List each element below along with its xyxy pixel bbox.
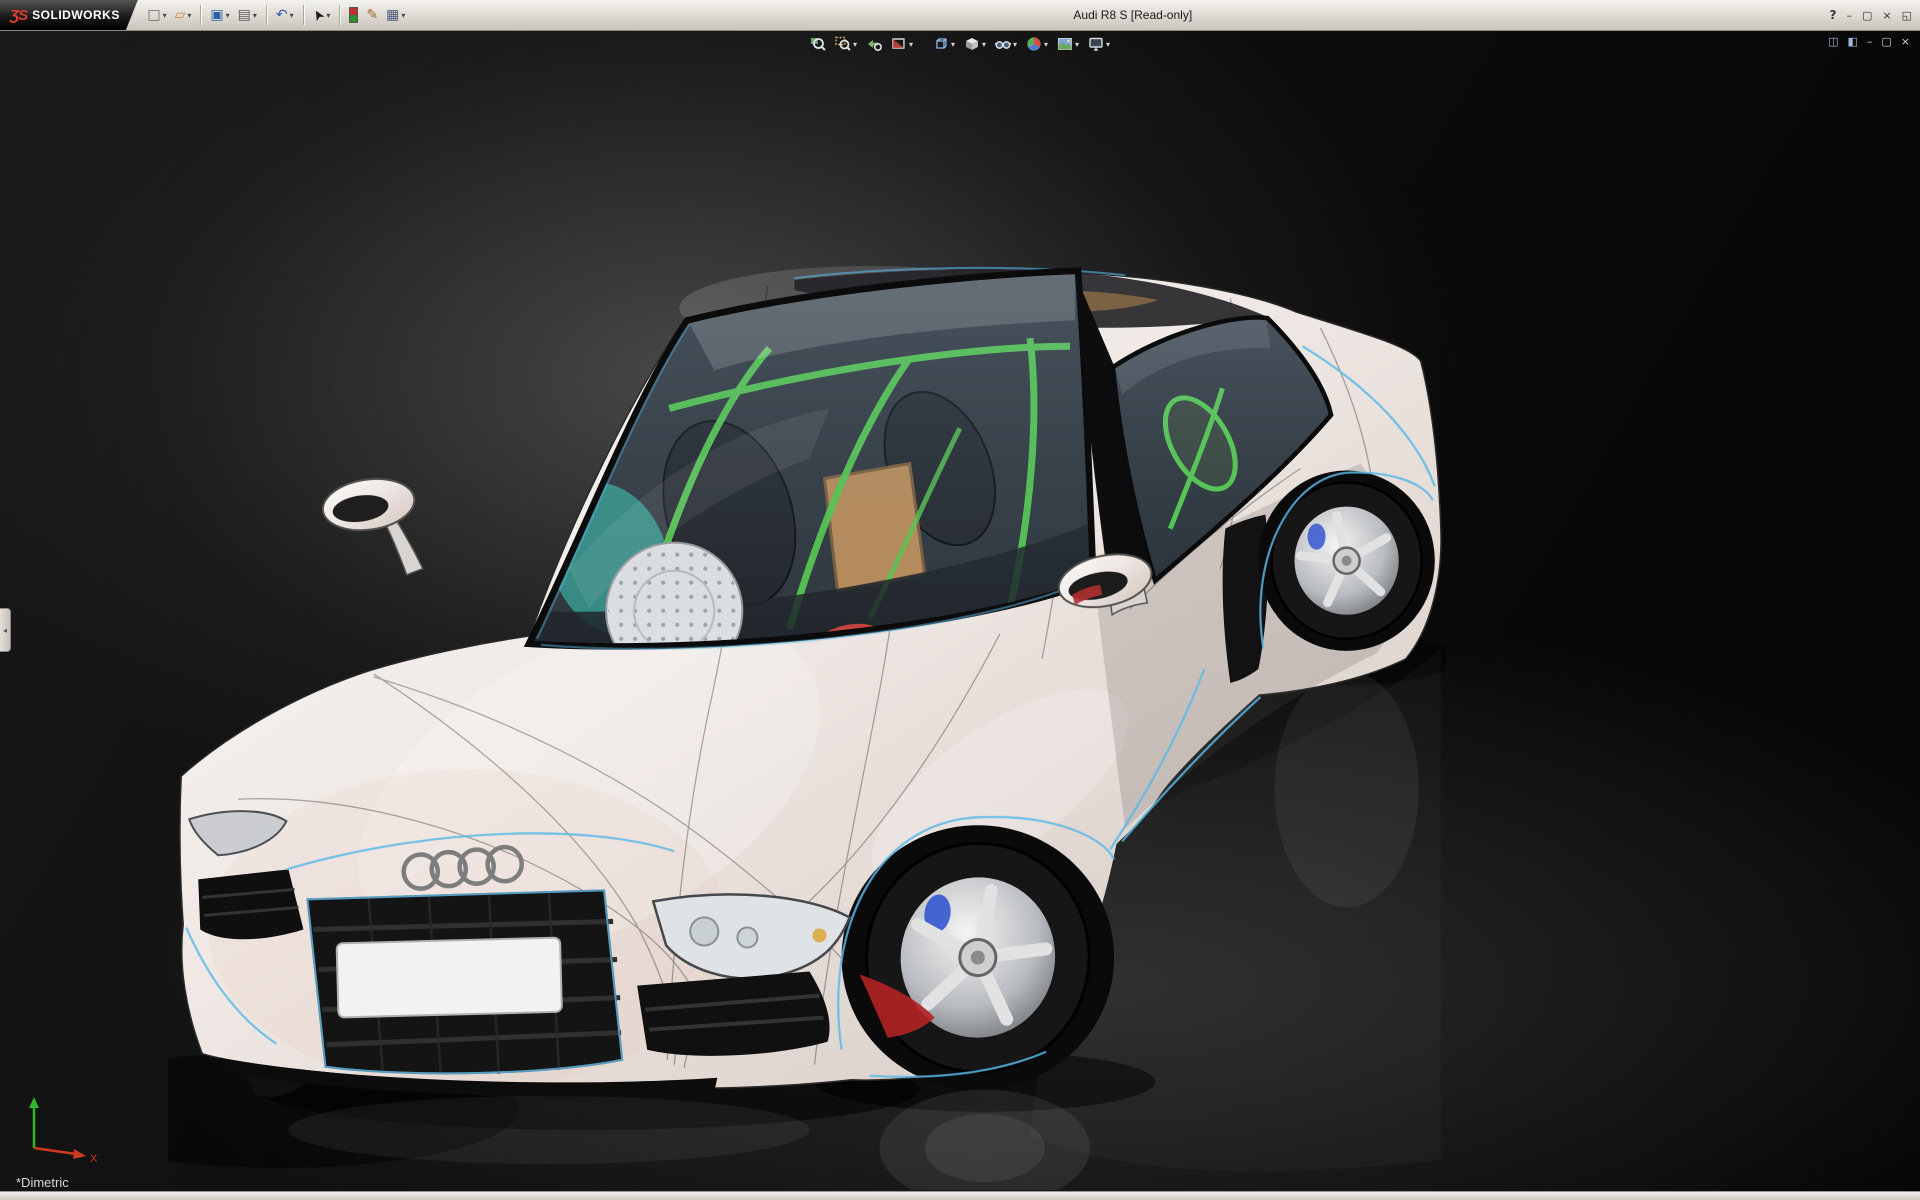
document-window-controls: ◫ ◧ – ▢ × — [1828, 36, 1910, 47]
document-title: Audi R8 S [Read-only] — [1073, 8, 1192, 22]
zoom-to-fit-icon — [810, 36, 826, 52]
zoom-to-area-icon — [835, 36, 851, 52]
heads-up-view-toolbar: ▾ ▾ ▾ ▾ ▾ ▾ ▾ ▾ — [807, 34, 1113, 54]
dropdown-arrow-icon[interactable]: ▾ — [187, 11, 191, 20]
dropdown-arrow-icon[interactable]: ▾ — [853, 40, 857, 49]
toolbar-separator — [266, 5, 267, 25]
logo-text: SOLIDWORKS — [32, 8, 120, 22]
split-window-button[interactable]: ◧ — [1847, 36, 1857, 47]
view-orientation-label: *Dimetric — [16, 1175, 69, 1190]
new-document-button[interactable]: □ ▾ — [144, 6, 169, 24]
dropdown-arrow-icon[interactable]: ▾ — [226, 11, 230, 20]
triad-y-axis — [29, 1097, 39, 1108]
close-document-button[interactable]: × — [1901, 36, 1910, 47]
print-icon: ▤ — [238, 8, 251, 22]
solidworks-logo: ƷS SOLIDWORKS — [0, 0, 138, 30]
section-view-button[interactable]: ▾ — [888, 34, 916, 54]
view-settings-button[interactable]: ▾ — [1085, 34, 1113, 54]
minimize-button[interactable]: – — [1846, 10, 1852, 21]
dropdown-arrow-icon[interactable]: ▾ — [951, 40, 955, 49]
save-icon: ▣ — [210, 8, 223, 22]
dropdown-arrow-icon[interactable]: ▾ — [1106, 40, 1110, 49]
toolbar-separator — [200, 5, 201, 25]
viewport-3d[interactable]: ▾ ▾ ▾ ▾ ▾ ▾ ▾ ▾ — [0, 30, 1920, 1192]
select-cursor-icon: ➤ — [310, 6, 328, 23]
display-style-cube-icon — [964, 36, 980, 52]
display-style-button[interactable]: ▾ — [961, 34, 989, 54]
view-settings-monitor-icon — [1088, 36, 1104, 52]
open-button[interactable]: ▱ ▾ — [172, 6, 195, 24]
options-icon: ▦ — [386, 8, 399, 22]
toolbar-separator — [339, 5, 340, 25]
help-button[interactable]: ? — [1830, 10, 1837, 21]
dropdown-arrow-icon[interactable]: ▾ — [1075, 40, 1079, 49]
window-controls: ? – ▢ × ◱ — [1830, 0, 1913, 30]
edit-appearance-button[interactable]: ▾ — [1023, 34, 1051, 54]
dropdown-arrow-icon[interactable]: ▾ — [401, 11, 405, 20]
full-screen-button[interactable]: ◱ — [1902, 10, 1912, 21]
view-orientation-button[interactable]: ▾ — [930, 34, 958, 54]
zoom-to-area-button[interactable]: ▾ — [832, 34, 860, 54]
restore-button[interactable]: ▢ — [1862, 10, 1872, 21]
dropdown-arrow-icon[interactable]: ▾ — [1044, 40, 1048, 49]
close-button[interactable]: × — [1882, 10, 1891, 21]
new-document-icon: □ — [147, 8, 160, 22]
toolbar-separator — [303, 5, 304, 25]
previous-view-icon — [866, 36, 882, 52]
scene-photo-icon — [1057, 36, 1073, 52]
print-button[interactable]: ▤ ▾ — [235, 6, 260, 24]
triad-x-axis — [73, 1149, 86, 1159]
3ds-logo-icon: ƷS — [10, 7, 27, 24]
car-model[interactable] — [168, 228, 1446, 1190]
dropdown-arrow-icon[interactable]: ▾ — [1013, 40, 1017, 49]
previous-view-button[interactable] — [863, 34, 885, 54]
undo-icon: ↶ — [276, 8, 288, 22]
undo-button[interactable]: ↶ ▾ — [273, 6, 297, 24]
pencil-icon: ✎ — [366, 8, 378, 22]
design-binder-button[interactable]: ✎ — [363, 6, 381, 24]
title-bar: ƷS SOLIDWORKS ▸ □ ▾ ▱ ▾ ▣ ▾ ▤ ▾ ↶ ▾ ➤ ▾ — [0, 0, 1920, 31]
color-display-mode-icon — [349, 7, 358, 23]
options-button[interactable]: ▦ ▾ — [383, 6, 408, 24]
new-window-button[interactable]: ◫ — [1828, 36, 1838, 47]
save-button[interactable]: ▣ ▾ — [207, 6, 232, 24]
zoom-to-fit-button[interactable] — [807, 34, 829, 54]
minimize-document-button[interactable]: – — [1867, 36, 1873, 47]
open-folder-icon: ▱ — [175, 8, 186, 22]
appearance-ball-icon — [1026, 36, 1042, 52]
dropdown-arrow-icon[interactable]: ▾ — [909, 40, 913, 49]
view-orientation-cube-icon — [933, 36, 949, 52]
dropdown-arrow-icon[interactable]: ▾ — [982, 40, 986, 49]
dropdown-arrow-icon[interactable]: ▾ — [290, 11, 294, 20]
hide-show-items-button[interactable]: ▾ — [992, 34, 1020, 54]
color-display-mode-button[interactable] — [346, 5, 361, 25]
dropdown-arrow-icon[interactable]: ▾ — [253, 11, 257, 20]
dropdown-arrow-icon[interactable]: ▾ — [163, 11, 167, 20]
orientation-triad: X — [10, 1090, 106, 1170]
triad-x-label: X — [90, 1153, 98, 1165]
select-button[interactable]: ➤ ▾ — [310, 6, 334, 24]
section-view-icon — [891, 36, 907, 52]
featuremanager-collapse-tab[interactable]: ◂ — [0, 608, 11, 652]
main-toolbar: □ ▾ ▱ ▾ ▣ ▾ ▤ ▾ ↶ ▾ ➤ ▾ ✎ — [144, 5, 408, 25]
hide-show-glasses-icon — [995, 36, 1011, 52]
restore-document-button[interactable]: ▢ — [1881, 36, 1891, 47]
collapse-arrow-icon: ◂ — [3, 626, 7, 635]
apply-scene-button[interactable]: ▾ — [1054, 34, 1082, 54]
status-bar — [0, 1191, 1920, 1200]
